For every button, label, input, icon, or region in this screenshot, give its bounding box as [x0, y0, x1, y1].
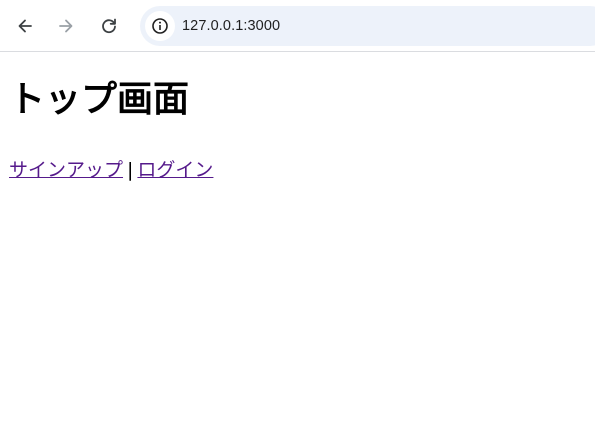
reload-icon: [102, 18, 116, 34]
arrow-right-icon: [59, 19, 73, 33]
address-bar[interactable]: 127.0.0.1:3000: [140, 6, 595, 46]
forward-button[interactable]: [50, 10, 82, 42]
arrow-left-icon: [18, 19, 32, 33]
link-separator: |: [127, 159, 134, 181]
browser-toolbar: 127.0.0.1:3000: [0, 0, 595, 52]
signup-link[interactable]: サインアップ: [9, 159, 123, 181]
auth-links: サインアップ | ログイン: [9, 157, 213, 183]
page-content: トップ画面 サインアップ | ログイン: [0, 53, 595, 447]
page-title: トップ画面: [9, 79, 190, 120]
login-link[interactable]: ログイン: [137, 159, 213, 181]
site-info-button[interactable]: [145, 11, 175, 41]
back-button[interactable]: [9, 10, 41, 42]
reload-button[interactable]: [93, 10, 125, 42]
url-text[interactable]: 127.0.0.1:3000: [182, 6, 280, 46]
info-icon: [152, 18, 168, 34]
